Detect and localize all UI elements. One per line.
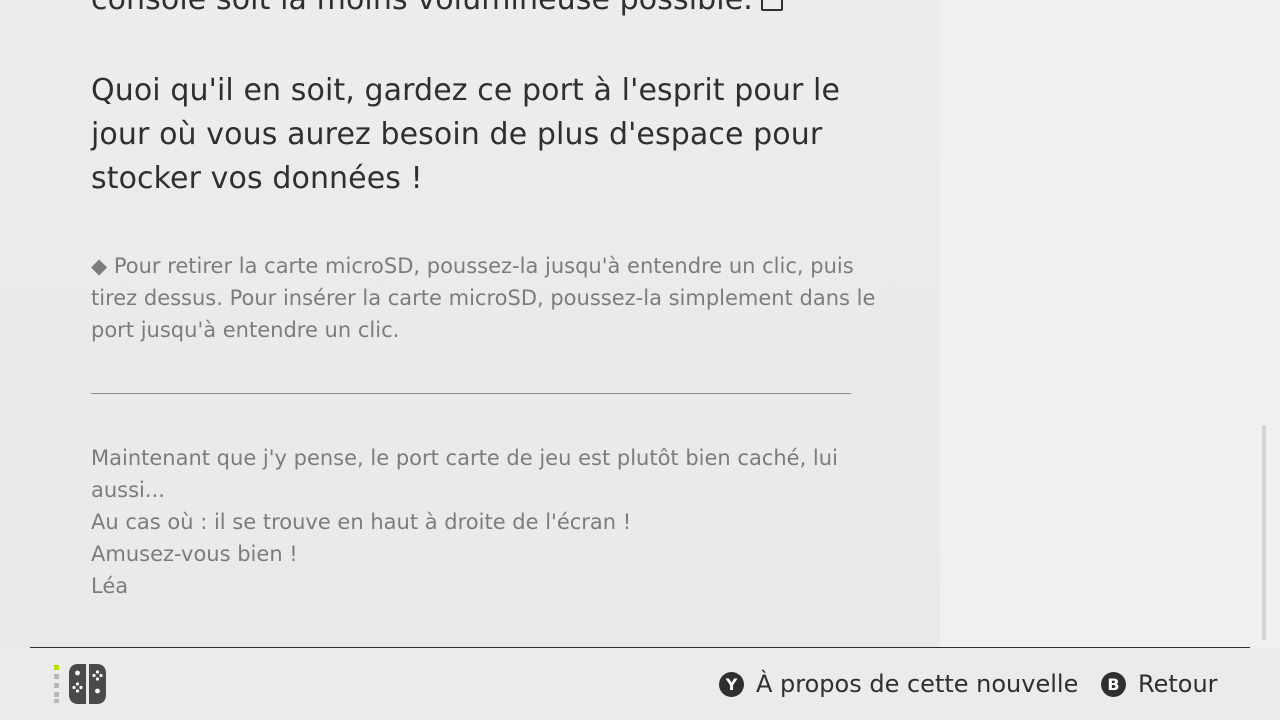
- article-main-paragraph: Quoi qu'il en soit, gardez ce port à l'e…: [91, 73, 841, 196]
- after-divider-line-1: Maintenant que j'y pense, le port carte …: [91, 446, 838, 502]
- news-article-screen: console soit la moins volumineuse possib…: [0, 0, 1280, 720]
- article-content-panel[interactable]: console soit la moins volumineuse possib…: [0, 0, 940, 648]
- footer-bar: [0, 648, 1280, 720]
- article-after-divider-text: Maintenant que j'y pense, le port carte …: [91, 442, 881, 538]
- about-this-news-button[interactable]: Y À propos de cette nouvelle: [719, 667, 1078, 701]
- y-button-icon: Y: [719, 671, 744, 697]
- b-button-icon: B: [1101, 671, 1126, 697]
- right-side-panel: [940, 0, 1280, 648]
- article-scrollbar[interactable]: [1262, 425, 1266, 640]
- article-top-line: console soit la moins volumineuse possib…: [91, 0, 891, 22]
- about-this-news-label: À propos de cette nouvelle: [756, 670, 1079, 698]
- emoticon-icon: [760, 0, 783, 11]
- article-signoff: Amusez-vous bien ! Léa: [91, 538, 881, 602]
- joycon-controller-icon: [54, 664, 106, 704]
- after-divider-line-2: Au cas où : il se trouve en haut à droit…: [91, 510, 632, 534]
- signoff-line-1: Amusez-vous bien !: [91, 542, 298, 566]
- back-label: Retour: [1138, 670, 1218, 698]
- signoff-author: Léa: [91, 574, 129, 598]
- back-button[interactable]: B Retour: [1101, 667, 1218, 701]
- article-note: ◆ Pour retirer la carte microSD, poussez…: [91, 254, 876, 342]
- footer-separator: [30, 647, 1250, 648]
- article-divider: [91, 393, 851, 394]
